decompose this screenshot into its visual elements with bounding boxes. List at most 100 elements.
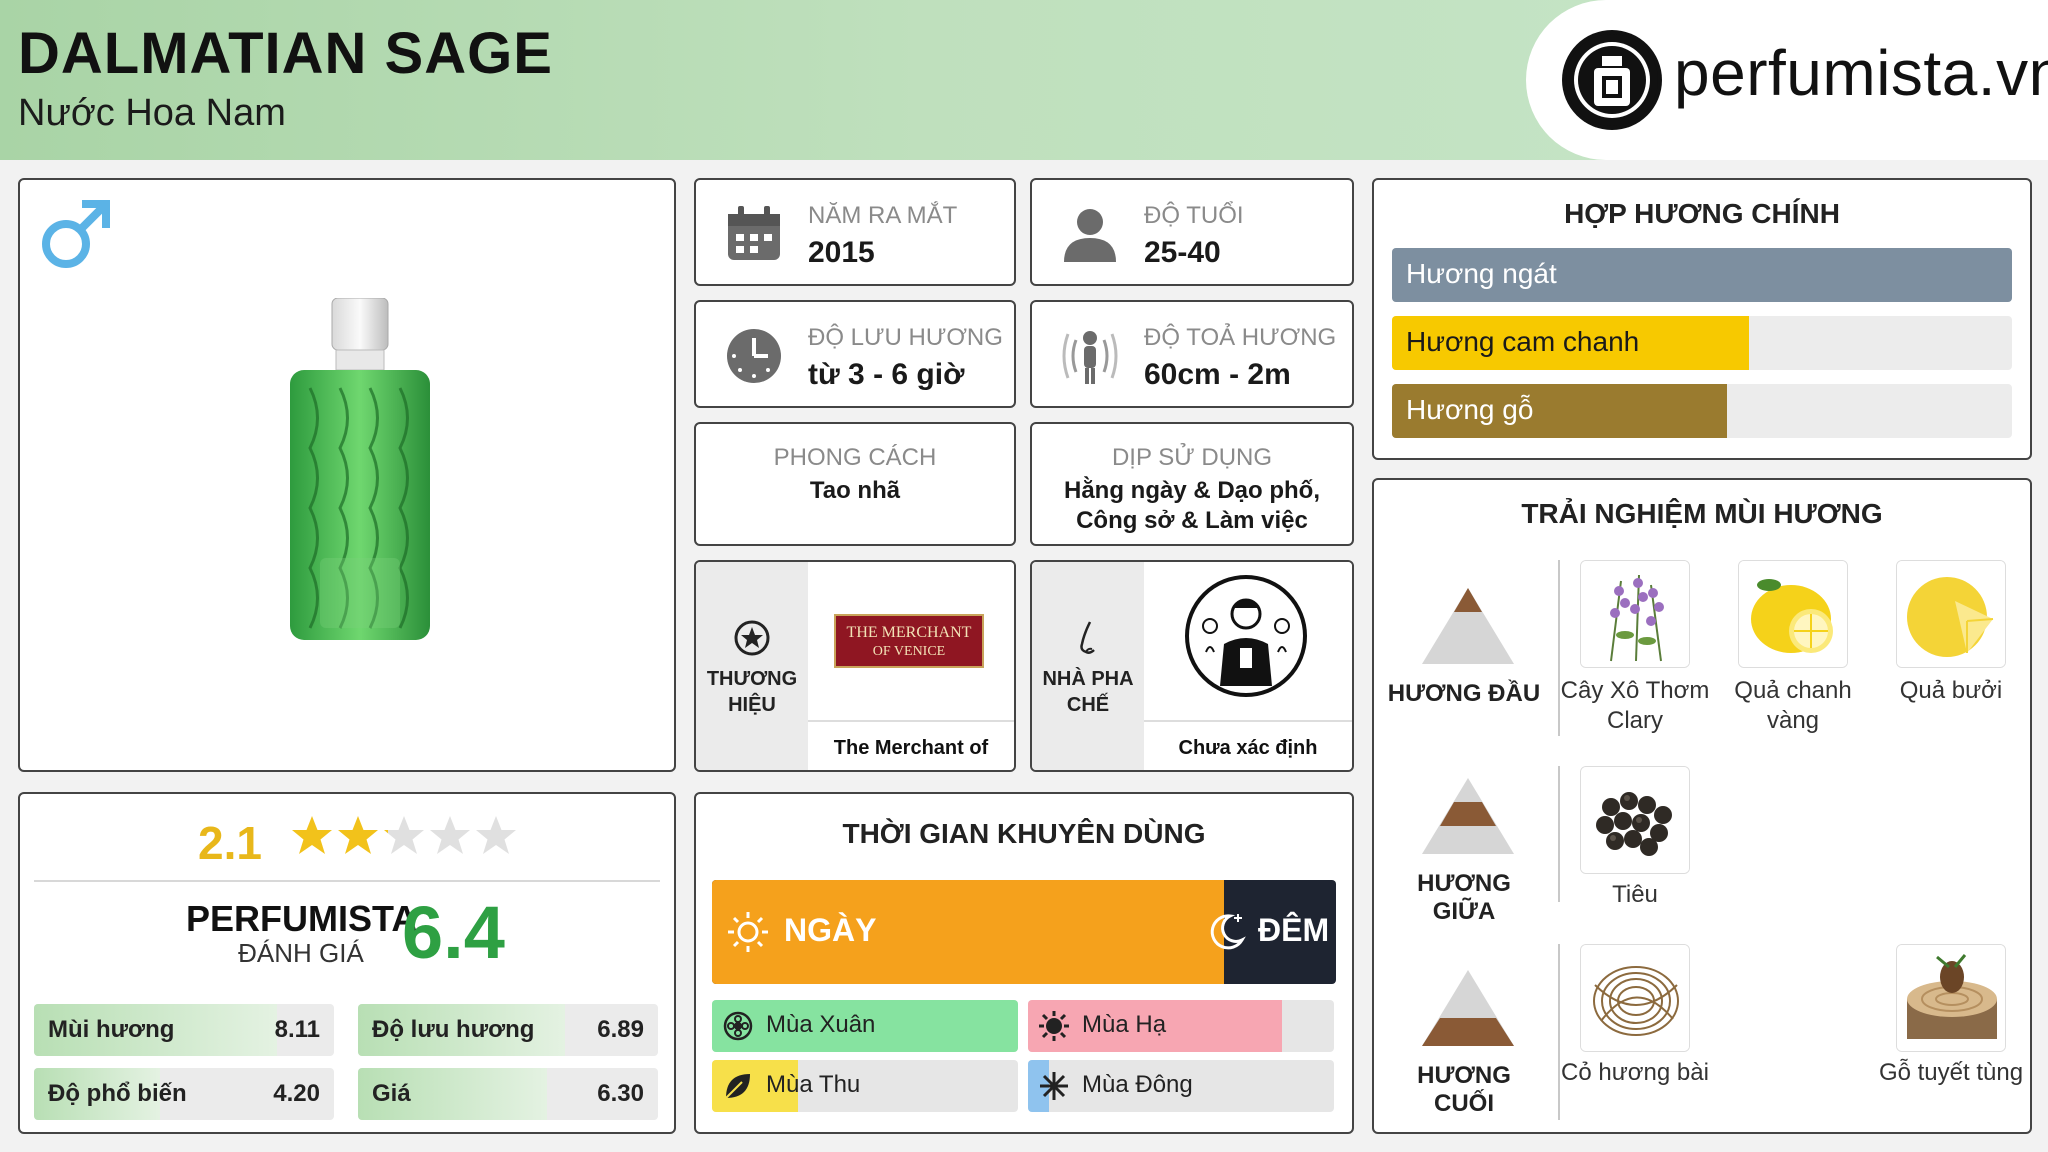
brand-logo-line1: THE MERCHANT [846, 624, 972, 641]
note-image-grapefruit [1896, 560, 2006, 668]
perfumer-card[interactable]: NHÀ PHA CHẾ Chưa xác định [1030, 560, 1354, 772]
season-autumn: Mùa Thu [712, 1060, 1018, 1112]
day-night-bar: NGÀY ĐÊM [712, 880, 1336, 984]
moon-icon [1210, 914, 1246, 950]
top-notes-pyramid-icon [1422, 588, 1514, 664]
season-winter: Mùa Đông [1028, 1060, 1334, 1112]
metric-label: Độ lưu hương [372, 1016, 535, 1043]
season-label: Mùa Hạ [1082, 1011, 1167, 1038]
merchant-of-venice-logo: THE MERCHANT OF VENICE [834, 614, 984, 668]
season-spring: Mùa Xuân [712, 1000, 1018, 1052]
age-card: ĐỘ TUỔI 25-40 [1030, 178, 1354, 286]
metric-scent: Mùi hương 8.11 [34, 1004, 334, 1056]
product-subtitle: Nước Hoa Nam [18, 92, 286, 134]
clock-icon [727, 329, 781, 383]
metric-label: Độ phổ biến [48, 1080, 187, 1107]
note-name-cedar: Gỗ tuyết tùng [1878, 1059, 2024, 1086]
accord-bar-1: Hương ngát [1392, 248, 2012, 302]
sillage-value: 60cm - 2m [1144, 358, 1291, 391]
logo-text: perfumista.vn [1674, 37, 2048, 109]
occasion-label: DỊP SỬ DỤNG [1111, 444, 1273, 471]
star-icon [338, 816, 378, 854]
person-icon [1064, 209, 1116, 262]
brand-card[interactable]: THƯƠNG HIỆU THE MERCHANT OF VENICE The M… [694, 560, 1016, 772]
perfumer-label: NHÀ PHA CHẾ [1042, 668, 1134, 716]
metric-value: 4.20 [273, 1080, 320, 1107]
launch-year-card: NĂM RA MẮT 2015 [694, 178, 1016, 286]
notes-title: TRẢI NGHIỆM MÙI HƯƠNG [1521, 498, 1883, 529]
style-card: PHONG CÁCH Tao nhã [694, 422, 1016, 546]
metric-label: Mùi hương [48, 1016, 175, 1043]
note-name-grapefruit: Quả bưởi [1899, 677, 2003, 704]
accords-title: HỢP HƯƠNG CHÍNH [1564, 198, 1840, 229]
base-notes-pyramid-icon [1422, 970, 1514, 1046]
star-icon [292, 816, 332, 854]
star-icon [476, 816, 516, 854]
flower-icon [723, 1011, 753, 1041]
perfumer-image [1144, 562, 1352, 716]
accord-label-3: Hương gỗ [1406, 394, 1534, 425]
note-name-clary-sage: Cây Xô Thơm Clary [1560, 677, 1710, 734]
perfumer-placeholder-icon [1185, 575, 1307, 697]
season-label: Mùa Đông [1082, 1071, 1193, 1098]
perfumer-side: NHÀ PHA CHẾ [1032, 562, 1144, 770]
metric-value: 6.30 [597, 1080, 644, 1107]
metric-value: 8.11 [274, 1016, 320, 1043]
star-badge-icon [734, 620, 770, 656]
day-label: NGÀY [784, 912, 877, 948]
base-notes-label: HƯƠNG CUỐI [1417, 1062, 1511, 1117]
rating-label: ĐÁNH GIÁ [238, 938, 364, 968]
perfume-bottle-image [290, 298, 430, 640]
note-name-pepper: Tiêu [1612, 881, 1658, 908]
note-image-vetiver [1580, 944, 1690, 1052]
user-score: 2.1 [198, 817, 262, 869]
season-summer: Mùa Hạ [1028, 1000, 1334, 1052]
launch-year-label: NĂM RA MẮT [808, 202, 958, 229]
occasion-card: DỊP SỬ DỤNG Hằng ngày & Dạo phố, Công sở… [1030, 422, 1354, 546]
longevity-label: ĐỘ LƯU HƯƠNG [808, 324, 1003, 351]
calendar-icon [728, 206, 780, 260]
metric-label: Giá [372, 1080, 411, 1107]
accord-bar-2: Hương cam chanh [1392, 316, 2012, 370]
time-title: THỜI GIAN KHUYÊN DÙNG [842, 818, 1206, 849]
occasion-value: Hằng ngày & Dạo phố, Công sở & Làm việc [1063, 477, 1320, 534]
leaf-icon [725, 1074, 750, 1099]
age-label: ĐỘ TUỔI [1144, 202, 1244, 229]
divider [34, 880, 660, 882]
snowflake-icon [1040, 1072, 1068, 1100]
metric-longevity: Độ lưu hương 6.89 [358, 1004, 658, 1056]
star-icon [430, 816, 470, 854]
style-label: PHONG CÁCH [773, 444, 937, 471]
logo[interactable]: perfumista.vn [1526, 0, 2048, 160]
launch-year-value: 2015 [808, 236, 875, 269]
perfumista-score: 6.4 [402, 891, 505, 974]
note-name-lemon: Quả chanh vàng [1734, 677, 1852, 734]
divider [1558, 944, 1560, 1120]
middle-notes-label: HƯƠNG GIỮA [1417, 870, 1511, 925]
metric-popularity: Độ phổ biến 4.20 [34, 1068, 334, 1120]
sillage-card: ĐỘ TOẢ HƯƠNG 60cm - 2m [1030, 300, 1354, 408]
metric-price: Giá 6.30 [358, 1068, 658, 1120]
perfumer-name: Chưa xác định [1144, 720, 1352, 770]
sun-icon [728, 912, 768, 952]
header: DALMATIAN SAGE Nước Hoa Nam perfumista.v… [0, 0, 2048, 160]
note-image-clary-sage [1580, 560, 1690, 668]
product-card [18, 178, 676, 772]
brand-side: THƯƠNG HIỆU [696, 562, 808, 770]
accord-label-1: Hương ngát [1406, 258, 1557, 289]
accord-label-2: Hương cam chanh [1406, 326, 1640, 357]
top-notes-label: HƯƠNG ĐẦU [1387, 680, 1541, 707]
middle-notes-pyramid-icon [1422, 778, 1514, 854]
recommended-time-card: THỜI GIAN KHUYÊN DÙNG NGÀY ĐÊM Mùa Xuân [694, 792, 1354, 1134]
style-value: Tao nhã [809, 477, 901, 504]
note-name-vetiver: Cỏ hương bài [1561, 1059, 1709, 1086]
metric-value: 6.89 [597, 1016, 644, 1043]
brand-name: The Merchant of Venice [808, 720, 1014, 770]
night-label: ĐÊM [1258, 912, 1330, 948]
scent-experience-card: TRẢI NGHIỆM MÙI HƯƠNG HƯƠNG ĐẦU Cây Xô T… [1372, 478, 2032, 1134]
ratings-card: 2.1 PERFUMISTA ĐÁNH GIÁ 6.4 Mùi hương 8.… [18, 792, 676, 1134]
note-image-pepper [1580, 766, 1690, 874]
longevity-card: ĐỘ LƯU HƯƠNG từ 3 - 6 giờ [694, 300, 1016, 408]
male-symbol-icon [42, 200, 110, 268]
nose-icon [1080, 621, 1095, 654]
